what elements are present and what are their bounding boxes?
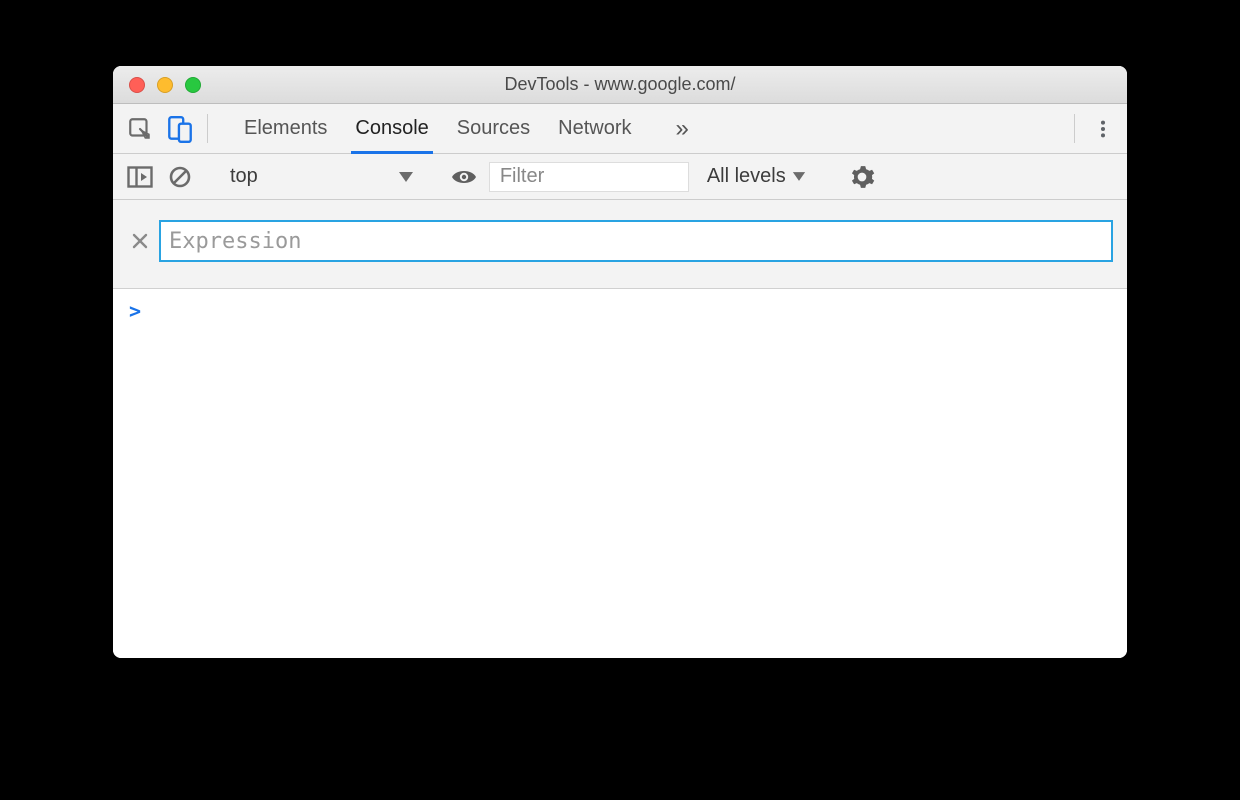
window-close-button[interactable] xyxy=(129,77,145,93)
chevron-right-double-icon: » xyxy=(676,115,689,143)
live-expression-toggle[interactable] xyxy=(449,162,479,192)
divider xyxy=(207,114,208,143)
console-prompt-caret: > xyxy=(129,299,141,323)
toggle-sidebar-button[interactable] xyxy=(125,162,155,192)
gear-icon xyxy=(849,164,875,190)
tab-sources[interactable]: Sources xyxy=(457,104,530,153)
no-entry-icon xyxy=(168,165,192,189)
traffic-lights xyxy=(113,77,201,93)
tab-console[interactable]: Console xyxy=(355,104,428,153)
live-expression-bar xyxy=(113,200,1127,289)
window-minimize-button[interactable] xyxy=(157,77,173,93)
kebab-icon xyxy=(1092,118,1114,140)
sidebar-toggle-icon xyxy=(127,165,153,189)
clear-console-button[interactable] xyxy=(165,162,195,192)
device-toggle-icon[interactable] xyxy=(167,114,193,144)
close-expression-button[interactable] xyxy=(129,230,151,252)
console-toolbar: top All levels xyxy=(113,154,1127,200)
tabs: Elements Console Sources Network » xyxy=(212,104,1070,153)
tabs-overflow-button[interactable]: » xyxy=(660,104,705,153)
filter-input[interactable] xyxy=(489,162,689,192)
window-title: DevTools - www.google.com/ xyxy=(113,74,1127,95)
close-icon xyxy=(132,233,148,249)
more-options-button[interactable] xyxy=(1087,118,1119,140)
levels-label: All levels xyxy=(707,165,786,188)
console-output[interactable]: > xyxy=(113,289,1127,658)
console-settings-button[interactable] xyxy=(847,162,877,192)
caret-down-icon xyxy=(398,171,414,183)
expression-input[interactable] xyxy=(159,220,1113,262)
inspect-element-icon[interactable] xyxy=(127,116,153,142)
caret-down-icon xyxy=(792,171,806,182)
main-tabbar: Elements Console Sources Network » xyxy=(113,104,1127,154)
window-zoom-button[interactable] xyxy=(185,77,201,93)
context-selector[interactable]: top xyxy=(220,165,424,188)
devtools-window: DevTools - www.google.com/ Elements Cons… xyxy=(113,66,1127,658)
log-levels-selector[interactable]: All levels xyxy=(699,165,814,188)
tab-label: Elements xyxy=(244,117,327,140)
tab-label: Sources xyxy=(457,117,530,140)
eye-icon xyxy=(450,167,478,187)
tab-label: Console xyxy=(355,117,428,140)
titlebar: DevTools - www.google.com/ xyxy=(113,66,1127,104)
divider xyxy=(1074,114,1075,143)
tabbar-left-tools xyxy=(113,104,203,153)
tab-elements[interactable]: Elements xyxy=(244,104,327,153)
tab-network[interactable]: Network xyxy=(558,104,631,153)
tab-label: Network xyxy=(558,117,631,140)
context-label: top xyxy=(230,165,258,188)
